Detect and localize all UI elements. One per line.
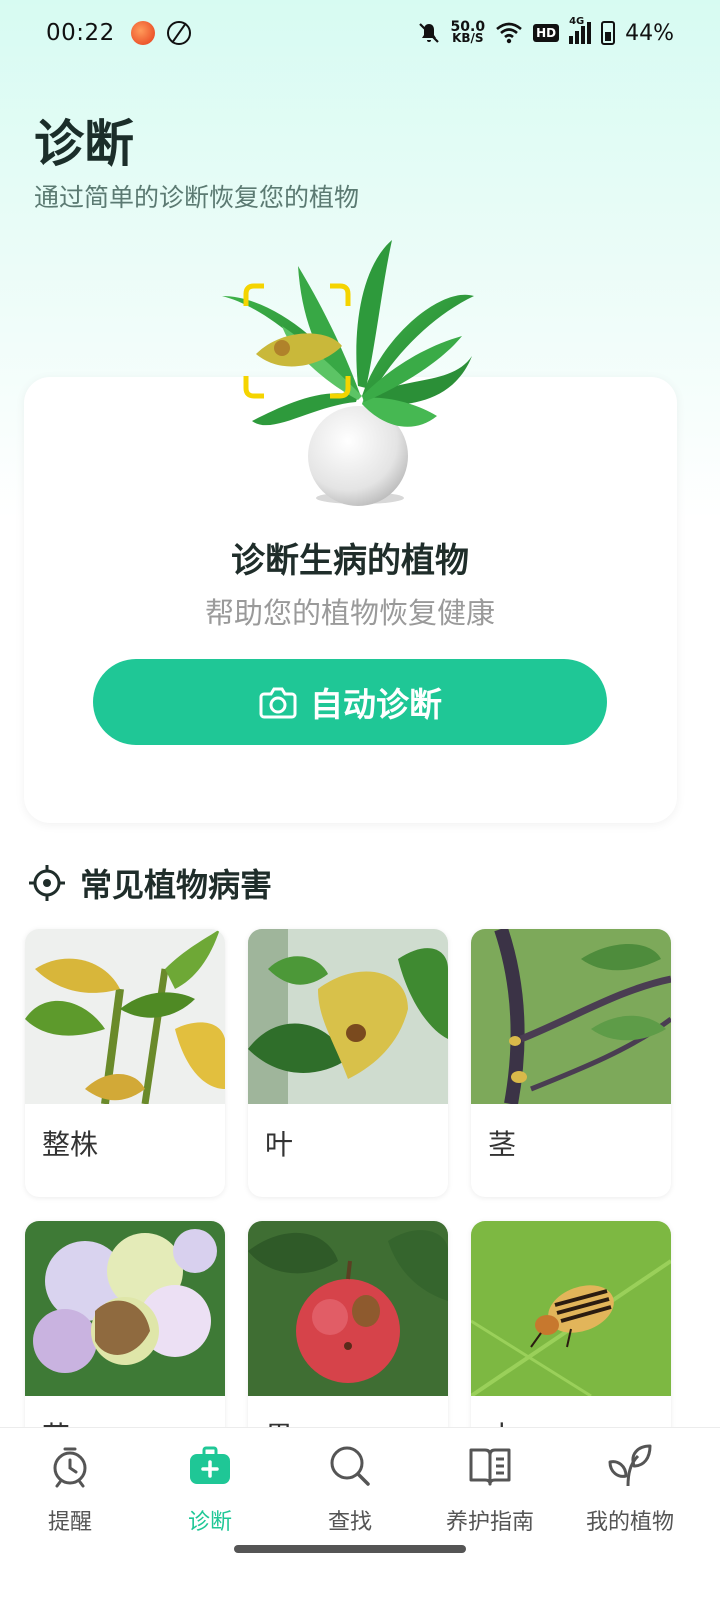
book-icon — [469, 1448, 511, 1486]
nav-tab-reminders[interactable]: 提醒 — [0, 1442, 140, 1562]
medical-kit-icon — [190, 1446, 230, 1484]
auto-diagnose-label: 自动诊断 — [310, 685, 442, 724]
nav-tab-search[interactable]: 查找 — [280, 1442, 420, 1562]
wifi-icon — [496, 22, 522, 44]
category-label: 茎 — [488, 1128, 517, 1161]
flower-photo — [25, 1221, 225, 1396]
hd-badge: HD — [533, 24, 560, 42]
category-tile-stem[interactable]: 茎 — [471, 929, 671, 1197]
category-tile-whole-plant[interactable]: 整株 — [25, 929, 225, 1197]
nav-label: 查找 — [327, 1510, 372, 1535]
battery-percent: 44% — [625, 20, 674, 46]
nav-label: 我的植物 — [585, 1510, 674, 1535]
section-title: 常见植物病害 — [80, 866, 273, 904]
nav-tab-diagnose[interactable]: 诊断 — [140, 1442, 280, 1562]
target-icon — [29, 865, 65, 901]
potted-plant-illustration — [222, 240, 474, 506]
auto-diagnose-button[interactable]: 自动诊断 — [93, 659, 607, 745]
nav-label: 诊断 — [187, 1510, 232, 1535]
network-speed: 50.0 KB/S — [451, 20, 486, 45]
bottom-navigation: 提醒 诊断 查找 养护指南 我的植物 — [0, 1427, 720, 1612]
speed-unit: KB/S — [452, 31, 484, 45]
hero-subtitle: 帮助您的植物恢复健康 — [204, 596, 495, 630]
signal-icon: 4G — [569, 16, 592, 44]
pest-photo — [471, 1221, 671, 1398]
network-type: 4G — [569, 16, 585, 27]
search-icon — [330, 1446, 370, 1486]
category-label: 叶 — [265, 1128, 294, 1161]
status-bar: 00:22 50.0 KB/S HD 4G 44% — [0, 0, 720, 66]
camera-icon — [259, 687, 297, 719]
category-label: 整株 — [42, 1128, 99, 1161]
status-time: 00:22 — [46, 20, 115, 46]
app-notification-icon — [130, 21, 155, 45]
alarm-clock-icon — [53, 1447, 87, 1488]
stem-photo — [471, 929, 671, 1106]
hero-title: 诊断生病的植物 — [231, 541, 469, 581]
battery-icon — [601, 21, 616, 45]
page-title: 诊断 — [34, 115, 134, 173]
fruit-photo — [248, 1221, 448, 1396]
home-indicator[interactable] — [234, 1545, 466, 1553]
common-diseases-header: 常见植物病害 — [28, 860, 272, 906]
page-subtitle: 通过简单的诊断恢复您的植物 — [34, 183, 360, 212]
whole-plant-photo — [25, 929, 225, 1105]
nav-tab-my-plants[interactable]: 我的植物 — [560, 1442, 700, 1562]
nav-tab-care-guide[interactable]: 养护指南 — [420, 1442, 560, 1562]
mute-bell-icon — [418, 23, 439, 43]
blocked-notification-icon — [166, 21, 191, 45]
leaf-photo — [248, 929, 448, 1104]
nav-label: 养护指南 — [445, 1510, 534, 1535]
category-tile-leaf[interactable]: 叶 — [248, 929, 448, 1197]
nav-label: 提醒 — [47, 1510, 92, 1535]
plant-leaves-icon — [608, 1444, 652, 1487]
